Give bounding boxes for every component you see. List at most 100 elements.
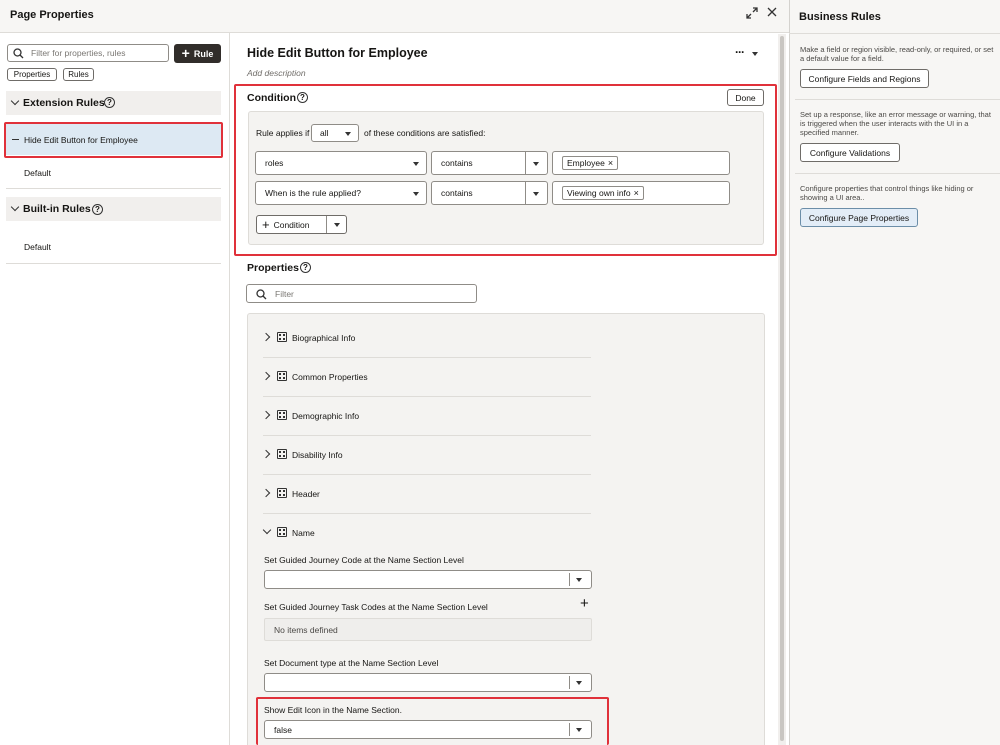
close-icon[interactable]: ×	[634, 188, 639, 198]
help-icon[interactable]: ?	[104, 97, 115, 108]
chip-label: Employee	[567, 158, 605, 168]
condition-value-input[interactable]: Viewing own info ×	[552, 181, 730, 205]
add-icon[interactable]: +	[580, 596, 589, 611]
condition-field-value: roles	[265, 158, 284, 168]
divider	[569, 573, 570, 586]
more-options-icon[interactable]: ···	[735, 45, 745, 59]
group-icon	[277, 410, 287, 420]
close-icon[interactable]	[767, 7, 777, 17]
group-label[interactable]: Name	[292, 528, 315, 538]
section-description: Make a field or region visible, read-onl…	[800, 45, 994, 63]
divider	[525, 182, 526, 204]
section-description: Configure properties that control things…	[800, 184, 974, 202]
divider	[795, 99, 1000, 100]
divider	[263, 396, 591, 397]
group-icon	[277, 371, 287, 381]
group-label[interactable]: Common Properties	[292, 372, 368, 382]
divider	[569, 723, 570, 736]
group-label[interactable]: Header	[292, 489, 320, 499]
condition-field-select[interactable]: roles	[255, 151, 427, 175]
business-rules-title: Business Rules	[799, 11, 881, 23]
divider	[525, 152, 526, 174]
panel-title: Page Properties	[10, 9, 94, 21]
add-condition-button[interactable]: + Condition	[256, 215, 347, 234]
chevron-down-icon	[345, 132, 351, 136]
value-chip[interactable]: Employee ×	[562, 156, 619, 170]
chevron-down-icon	[576, 681, 582, 685]
done-button[interactable]: Done	[727, 89, 764, 106]
plus-icon: +	[181, 45, 190, 61]
filter-input[interactable]: Filter	[246, 284, 477, 303]
help-icon[interactable]: ?	[92, 204, 103, 215]
tab-properties[interactable]: Properties	[7, 68, 57, 81]
extension-rules-title: Extension Rules	[23, 97, 105, 109]
group-icon	[277, 332, 287, 342]
chevron-down-icon	[413, 192, 419, 196]
add-rule-button[interactable]: + Rule	[174, 44, 221, 63]
divider	[6, 188, 221, 189]
search-input[interactable]: Filter for properties, rules	[7, 44, 169, 62]
chevron-down-icon	[334, 223, 340, 227]
chevron-down-icon	[533, 162, 539, 166]
rule-title: Hide Edit Button for Employee	[247, 46, 428, 60]
rule-applies-suffix: of these conditions are satisfied:	[364, 128, 486, 138]
chevron-down-icon[interactable]	[752, 52, 758, 56]
help-icon[interactable]: ?	[297, 92, 308, 103]
chevron-down-icon	[533, 192, 539, 196]
condition-operator-select[interactable]: contains	[431, 181, 548, 205]
condition-value-input[interactable]: Employee ×	[552, 151, 730, 175]
divider	[326, 216, 327, 233]
search-icon	[13, 48, 24, 59]
group-label[interactable]: Demographic Info	[292, 411, 359, 421]
search-placeholder: Filter for properties, rules	[31, 48, 126, 58]
document-type-select[interactable]	[264, 673, 592, 692]
collapse-icon	[12, 139, 19, 141]
show-edit-icon-value: false	[274, 725, 292, 735]
condition-operator-select[interactable]: contains	[431, 151, 548, 175]
divider	[6, 263, 221, 264]
condition-operator-value: contains	[441, 158, 473, 168]
divider	[263, 513, 591, 514]
guided-journey-code-select[interactable]	[264, 570, 592, 589]
rule-item-label: Hide Edit Button for Employee	[24, 135, 138, 145]
guided-task-codes-list: No items defined	[264, 618, 592, 641]
condition-field-select[interactable]: When is the rule applied?	[255, 181, 427, 205]
group-label[interactable]: Biographical Info	[292, 333, 355, 343]
condition-field-value: When is the rule applied?	[265, 188, 361, 198]
condition-heading: Condition	[247, 92, 296, 104]
rule-applies-value: all	[320, 128, 329, 138]
tab-rules[interactable]: Rules	[63, 68, 94, 81]
chip-label: Viewing own info	[567, 188, 631, 198]
group-icon	[277, 527, 287, 537]
document-type-label: Set Document type at the Name Section Le…	[264, 658, 439, 668]
show-edit-icon-select[interactable]: false	[264, 720, 592, 739]
plus-icon: +	[262, 217, 270, 232]
filter-placeholder: Filter	[275, 289, 294, 299]
help-icon[interactable]: ?	[300, 262, 311, 273]
close-icon[interactable]: ×	[608, 158, 613, 168]
scrollbar[interactable]	[778, 34, 786, 745]
description-placeholder[interactable]: Add description	[247, 68, 306, 78]
scrollbar-thumb[interactable]	[780, 36, 784, 741]
rule-item-default[interactable]: Default	[24, 168, 51, 178]
configure-page-properties-button[interactable]: Configure Page Properties	[800, 208, 918, 227]
value-chip[interactable]: Viewing own info ×	[562, 186, 644, 200]
configure-validations-button[interactable]: Configure Validations	[800, 143, 900, 162]
group-label[interactable]: Disability Info	[292, 450, 343, 460]
configure-fields-button[interactable]: Configure Fields and Regions	[800, 69, 929, 88]
divider	[263, 435, 591, 436]
condition-operator-value: contains	[441, 188, 473, 198]
builtin-rules-title: Built-in Rules	[23, 203, 91, 215]
rule-applies-select[interactable]: all	[311, 124, 359, 142]
expand-icon[interactable]	[746, 7, 758, 19]
header-bar	[0, 0, 789, 33]
divider	[795, 173, 1000, 174]
chevron-down-icon	[413, 162, 419, 166]
divider	[789, 33, 1000, 34]
builtin-item-default[interactable]: Default	[24, 242, 51, 252]
divider	[263, 474, 591, 475]
group-icon	[277, 488, 287, 498]
chevron-down-icon	[576, 578, 582, 582]
empty-list-text: No items defined	[274, 625, 338, 635]
add-rule-label: Rule	[193, 48, 214, 59]
